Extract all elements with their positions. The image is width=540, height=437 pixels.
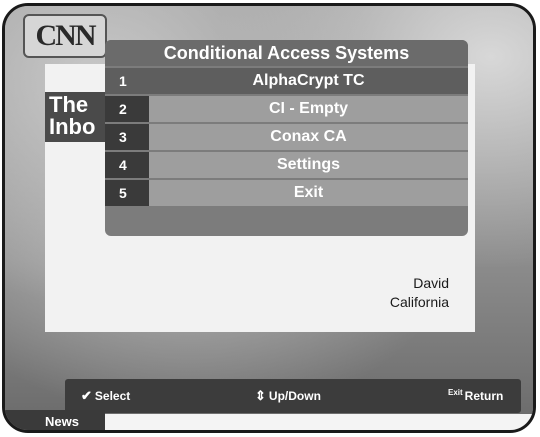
- show-title: The Inbo: [45, 92, 105, 142]
- help-bar: ✔ Select ⇕ Up/Down Exit Return: [65, 379, 521, 413]
- exit-key-icon: Exit: [448, 388, 463, 397]
- menu-item-number: 3: [105, 124, 149, 150]
- menu-item-number: 2: [105, 96, 149, 122]
- select-hint: ✔ Select: [81, 379, 130, 413]
- menu-item-number: 5: [105, 180, 149, 206]
- return-hint: Exit Return: [448, 379, 503, 413]
- menu-title: Conditional Access Systems: [105, 40, 468, 66]
- menu-item-settings[interactable]: 4 Settings: [105, 152, 468, 178]
- menu-item-label: Exit: [149, 180, 468, 206]
- on-screen-caption: David California: [390, 274, 449, 312]
- updown-label: Up/Down: [268, 389, 321, 403]
- updown-hint: ⇕ Up/Down: [255, 379, 321, 413]
- menu-item-number: 4: [105, 152, 149, 178]
- news-ticker: [105, 414, 533, 430]
- tv-screen: CNN The Inbo Conditional Access Systems …: [2, 3, 536, 433]
- menu-item-alphacrypt[interactable]: 1 AlphaCrypt TC: [105, 68, 468, 94]
- menu-item-label: Settings: [149, 152, 468, 178]
- return-label: Return: [464, 389, 504, 403]
- select-label: Select: [94, 389, 131, 403]
- show-title-line2: Inbo: [49, 114, 96, 139]
- menu-item-number: 1: [105, 68, 149, 94]
- caption-line1: David: [413, 275, 449, 291]
- menu-item-ci-empty[interactable]: 2 CI - Empty: [105, 96, 468, 122]
- menu-item-label: AlphaCrypt TC: [149, 68, 468, 94]
- conditional-access-menu: Conditional Access Systems 1 AlphaCrypt …: [105, 40, 468, 236]
- news-ticker-label: News: [5, 410, 105, 430]
- checkmark-icon: ✔: [81, 388, 92, 403]
- channel-logo: CNN: [23, 14, 107, 58]
- menu-item-exit[interactable]: 5 Exit: [105, 180, 468, 206]
- show-title-line1: The: [49, 92, 89, 117]
- menu-item-label: CI - Empty: [149, 96, 468, 122]
- up-down-arrow-icon: ⇕: [255, 388, 266, 403]
- caption-line2: California: [389, 294, 449, 310]
- menu-item-conax[interactable]: 3 Conax CA: [105, 124, 468, 150]
- menu-item-label: Conax CA: [149, 124, 468, 150]
